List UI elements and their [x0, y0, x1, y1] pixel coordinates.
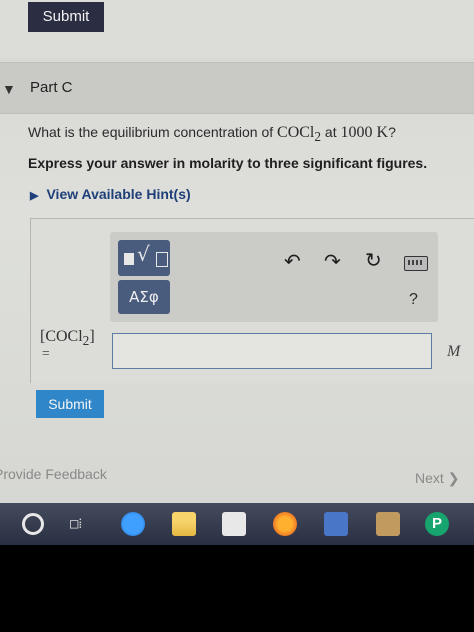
next-label: Next: [415, 470, 444, 486]
equals-sign: =: [42, 345, 50, 360]
app-icon[interactable]: [376, 512, 400, 536]
instruction-text: Express your answer in molarity to three…: [28, 155, 428, 171]
variable-close-bracket: ]: [89, 328, 95, 345]
template-square-icon: [124, 253, 134, 265]
unit-label: M: [447, 343, 461, 360]
hint-label: View Available Hint(s): [46, 186, 191, 202]
question-prefix: What is the equilibrium concentration of: [28, 124, 278, 140]
variable-formula: [COCl: [40, 328, 83, 345]
reset-icon[interactable]: ↻: [365, 248, 382, 272]
previous-submit-button[interactable]: Submit: [28, 2, 104, 32]
windows-taskbar: □⁞ P: [0, 503, 474, 545]
file-explorer-icon[interactable]: [172, 512, 196, 536]
next-button[interactable]: Next ❯: [415, 470, 459, 487]
keyboard-icon[interactable]: [404, 256, 428, 271]
part-header[interactable]: ▼ Part C: [0, 62, 474, 114]
view-hints-link[interactable]: ▶ View Available Hint(s): [30, 186, 191, 202]
template-box-icon: [156, 252, 168, 267]
question-text: What is the equilibrium concentration of…: [28, 124, 396, 145]
redo-icon[interactable]: ↷: [324, 249, 341, 273]
task-view-icon[interactable]: □⁞: [70, 516, 94, 540]
store-icon[interactable]: [222, 512, 246, 536]
expand-triangle-icon: ▶: [30, 190, 39, 202]
firefox-icon[interactable]: [273, 512, 297, 536]
browser-viewport: Submit ▼ Part C What is the equilibrium …: [0, 0, 474, 545]
question-species: COCl2: [277, 124, 321, 144]
greek-symbols-button[interactable]: ΑΣφ: [118, 280, 170, 314]
question-suffix: ?: [388, 124, 396, 140]
question-middle: at: [321, 124, 341, 140]
collapse-arrow-icon[interactable]: ▼: [2, 81, 16, 97]
square-root-icon: √: [137, 242, 150, 266]
edge-icon[interactable]: [121, 512, 145, 536]
help-button[interactable]: ?: [409, 291, 418, 309]
part-title: Part C: [30, 79, 73, 96]
submit-button[interactable]: Submit: [36, 390, 104, 418]
start-icon[interactable]: [22, 513, 44, 535]
pearson-icon[interactable]: P: [425, 512, 449, 536]
undo-icon[interactable]: ↶: [284, 249, 301, 273]
provide-feedback-link[interactable]: Provide Feedback: [0, 466, 107, 482]
question-temperature: 1000 K: [340, 124, 389, 141]
chevron-right-icon: ❯: [447, 470, 460, 486]
species-formula: COCl: [277, 124, 315, 141]
answer-input[interactable]: [112, 333, 432, 369]
mail-icon[interactable]: [324, 512, 348, 536]
templates-button[interactable]: √: [118, 240, 170, 276]
